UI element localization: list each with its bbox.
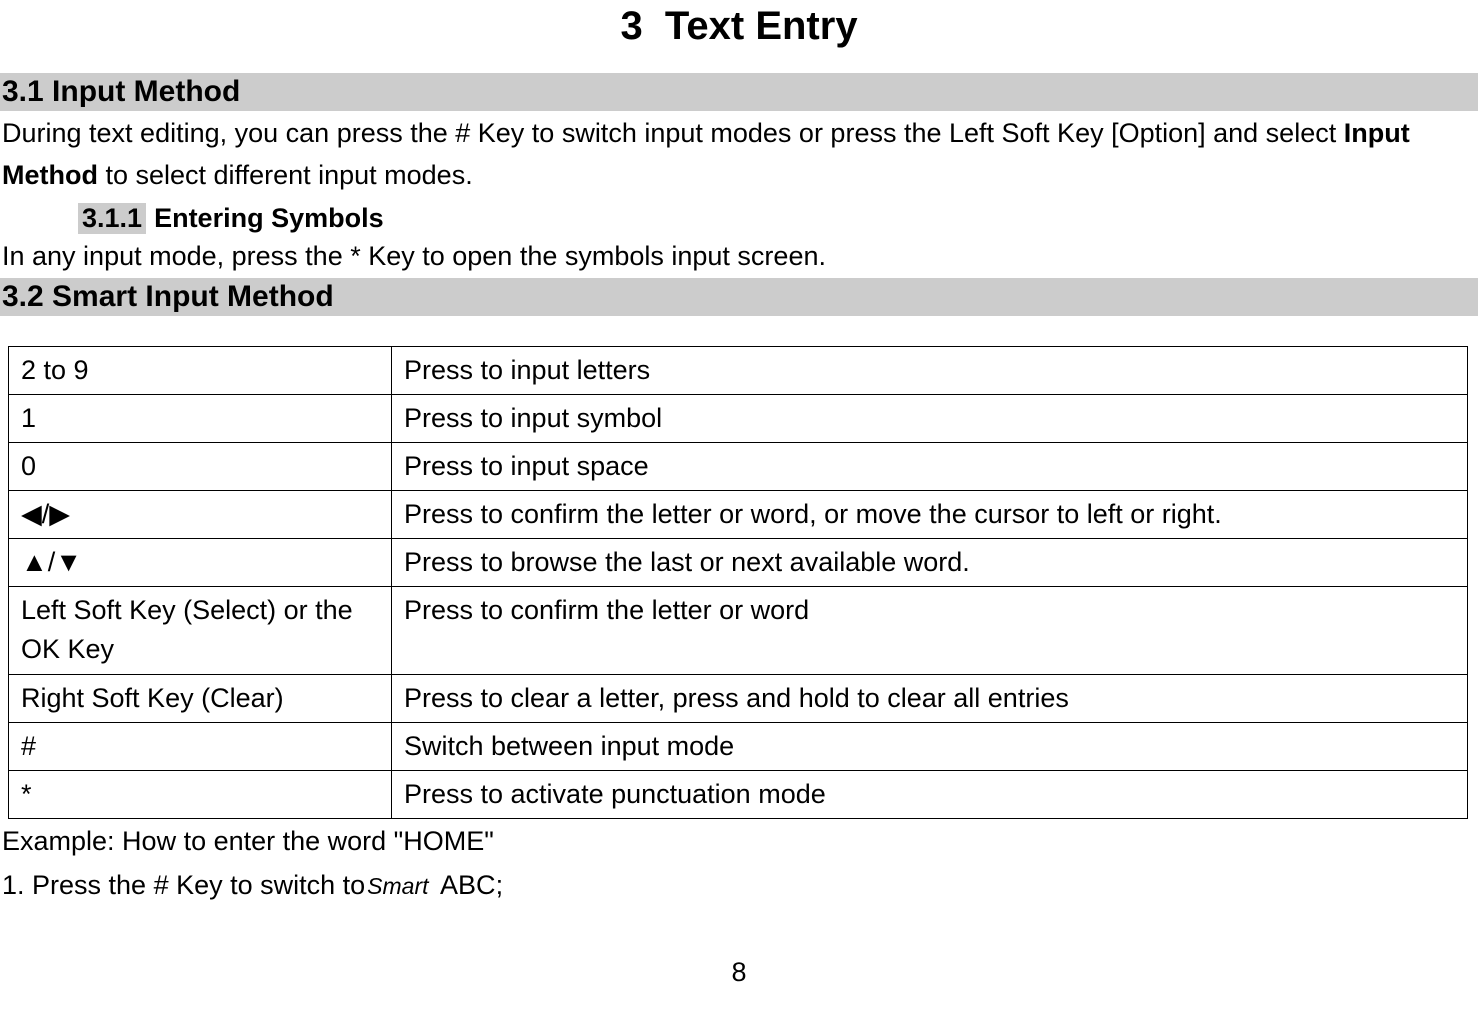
desc-cell: Press to input space: [392, 442, 1468, 490]
desc-cell: Press to activate punctuation mode: [392, 770, 1468, 818]
smart-input-table: 2 to 9 Press to input letters 1 Press to…: [8, 346, 1468, 819]
table-row: # Switch between input mode: [9, 722, 1468, 770]
section-3-2-heading: 3.2 Smart Input Method: [0, 278, 1478, 316]
key-cell: Left Soft Key (Select) or the OK Key: [9, 587, 392, 674]
table-row: 2 to 9 Press to input letters: [9, 346, 1468, 394]
desc-cell: Press to input letters: [392, 346, 1468, 394]
table-row: ◀/▶ Press to confirm the letter or word,…: [9, 490, 1468, 538]
key-cell: ◀/▶: [9, 490, 392, 538]
step1-tail: ;: [496, 870, 504, 900]
table-row: Right Soft Key (Clear) Press to clear a …: [9, 674, 1468, 722]
desc-cell: Switch between input mode: [392, 722, 1468, 770]
desc-cell: Press to browse the last or next availab…: [392, 539, 1468, 587]
desc-cell: Press to input symbol: [392, 394, 1468, 442]
chapter-title-text: Text Entry: [665, 4, 858, 48]
table-row: ▲/▼ Press to browse the last or next ava…: [9, 539, 1468, 587]
desc-cell: Press to confirm the letter or word, or …: [392, 490, 1468, 538]
subsection-number: 3.1.1: [78, 203, 146, 234]
section-3-1-paragraph: During text editing, you can press the #…: [2, 113, 1476, 197]
table-row: 1 Press to input symbol: [9, 394, 1468, 442]
desc-cell: Press to clear a letter, press and hold …: [392, 674, 1468, 722]
example-step-1: 1. Press the # Key to switch toSmart ABC…: [2, 865, 1476, 907]
example-title: Example: How to enter the word "HOME": [2, 821, 1476, 863]
step1-text-a: 1. Press the # Key to switch to: [2, 870, 365, 900]
key-cell: Right Soft Key (Clear): [9, 674, 392, 722]
key-cell: #: [9, 722, 392, 770]
section-3-1-heading: 3.1 Input Method: [0, 73, 1478, 111]
subsection-3-1-1-paragraph: In any input mode, press the * Key to op…: [2, 236, 1476, 278]
key-cell: 1: [9, 394, 392, 442]
key-cell: 2 to 9: [9, 346, 392, 394]
para-text-b: to select different input modes.: [98, 160, 473, 190]
desc-cell: Press to confirm the letter or word: [392, 587, 1468, 674]
key-cell: *: [9, 770, 392, 818]
smart-abc-icon: Smart: [365, 869, 432, 905]
table-row: 0 Press to input space: [9, 442, 1468, 490]
table-row: * Press to activate punctuation mode: [9, 770, 1468, 818]
key-cell: ▲/▼: [9, 539, 392, 587]
table-row: Left Soft Key (Select) or the OK Key Pre…: [9, 587, 1468, 674]
chapter-number: 3: [620, 4, 642, 48]
step1-bold: ABC: [440, 870, 496, 900]
para-text-a: During text editing, you can press the #…: [2, 118, 1344, 148]
page-number: 8: [0, 957, 1478, 988]
key-cell: 0: [9, 442, 392, 490]
subsection-title: Entering Symbols: [154, 203, 384, 234]
subsection-3-1-1-heading: 3.1.1 Entering Symbols: [78, 203, 1478, 234]
chapter-title: 3 Text Entry: [0, 4, 1478, 49]
